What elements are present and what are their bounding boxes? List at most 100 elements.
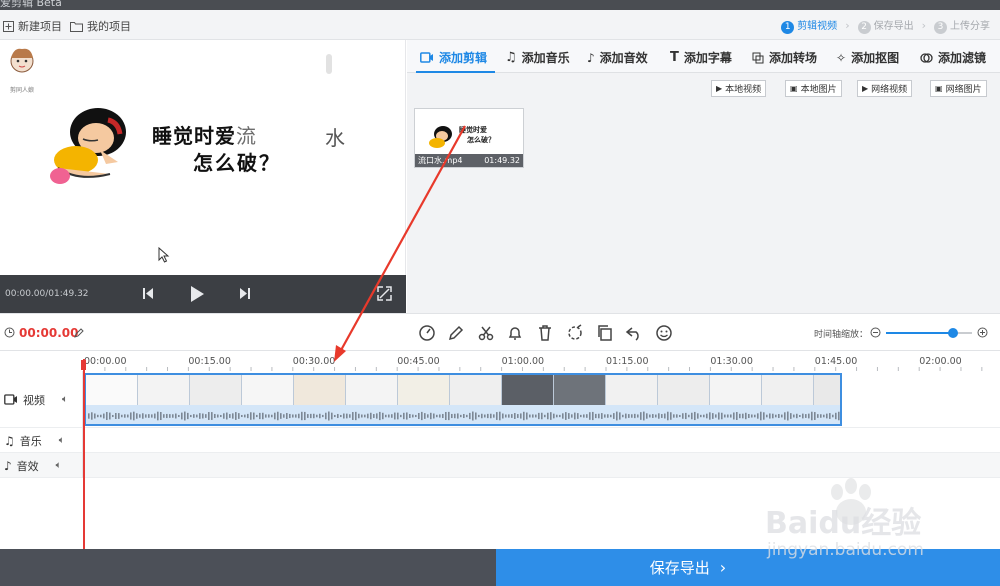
online-video-button[interactable]: ▶ 网络视频 xyxy=(857,80,913,97)
timeline-tick-label: 00:00.00 xyxy=(84,356,127,367)
track-label-music: ♫ 音乐 🔈︎ xyxy=(0,428,83,453)
bell-icon[interactable] xyxy=(506,324,524,342)
pencil-icon[interactable] xyxy=(447,324,465,342)
audio-waveform xyxy=(88,411,840,421)
local-image-button[interactable]: ▣ 本地图片 xyxy=(785,80,842,97)
timeline-tick-label: 00:30.00 xyxy=(292,356,336,367)
trash-icon[interactable] xyxy=(536,324,554,342)
tab-add-clip[interactable]: 添加剪辑 xyxy=(420,49,487,66)
music-note-icon: ♫ xyxy=(4,433,15,448)
timeline-tick-label: 01:00.00 xyxy=(501,356,545,367)
scissors-icon[interactable] xyxy=(477,324,495,342)
playhead[interactable] xyxy=(83,359,85,549)
chevron-right-icon: › xyxy=(719,558,727,577)
timeline-ruler[interactable]: 00:00.00 00:15.00 00:30.00 00:45.00 01:00.00… xyxy=(0,351,1000,371)
video-file-icon: ▶ xyxy=(862,84,869,93)
clip-duration: 01:49.32 xyxy=(484,156,520,165)
mouse-cursor-icon xyxy=(158,247,170,263)
clip-frame-thumbnail xyxy=(814,375,840,405)
timeline-tick-label: 02:00.00 xyxy=(919,356,962,367)
image-icon: ▣ xyxy=(935,84,943,93)
timeline-tick-label: 01:15.00 xyxy=(606,356,649,367)
timeline-tick-label: 01:45.00 xyxy=(814,356,858,367)
music-note-icon: ♫ xyxy=(505,50,517,65)
timeline-tick-label: 01:30.00 xyxy=(710,356,753,367)
tab-add-cutout[interactable]: ✧ 添加抠图 xyxy=(836,49,899,66)
play-icon[interactable] xyxy=(190,285,205,303)
clip-frame-thumbnail xyxy=(190,375,242,405)
new-project-button[interactable]: 新建项目 xyxy=(3,18,62,34)
online-image-button[interactable]: ▣ 网络图片 xyxy=(930,80,987,97)
video-clip-on-timeline[interactable] xyxy=(84,373,842,426)
video-camera-icon xyxy=(4,394,17,405)
chevron-right-icon: › xyxy=(921,19,926,32)
clip-frame-thumbnail xyxy=(242,375,294,405)
tab-add-subtitle[interactable]: T 添加字幕 xyxy=(670,49,732,66)
music-track-row[interactable] xyxy=(0,428,1000,453)
tab-add-filter[interactable]: 添加滤镜 xyxy=(920,49,986,66)
zoom-slider-track[interactable] xyxy=(886,328,972,338)
clip-thumbnail: 睡觉时爱 怎么破？ xyxy=(415,109,523,154)
copy-icon[interactable] xyxy=(596,324,614,342)
media-clip-card[interactable]: 睡觉时爱 怎么破？ 流口水.mp4 01:49.32 xyxy=(414,108,524,168)
player-controls: 00:00.00/01:49.32 xyxy=(0,275,406,313)
step-save-export[interactable]: 2 保存导出 xyxy=(857,17,914,34)
sparkle-icon: ✧ xyxy=(836,50,847,65)
step-upload-share[interactable]: 3 上传分享 xyxy=(934,17,990,34)
clip-frame-thumbnail xyxy=(346,375,398,405)
zoom-slider-thumb[interactable] xyxy=(948,328,959,338)
next-frame-icon[interactable] xyxy=(239,287,251,300)
clip-frame-thumbnail xyxy=(450,375,502,405)
timeline-tick-label: 00:45.00 xyxy=(397,356,440,367)
sound-effect-icon: ♪ xyxy=(4,458,12,473)
emoji-sticker-icon[interactable] xyxy=(655,324,673,342)
timeline-tick-label: 00:15.00 xyxy=(188,356,231,367)
logo-caption: 剪同人娘 xyxy=(9,87,34,94)
image-icon: ▣ xyxy=(790,84,798,93)
watermark-brand: Baidu经验 xyxy=(765,506,922,541)
playhead-handle[interactable] xyxy=(81,360,86,370)
pencil-small-icon[interactable] xyxy=(74,328,84,338)
zoom-slider-fill xyxy=(886,332,954,334)
export-label: 保存导出 xyxy=(649,559,710,577)
edit-toolbar: 00:00.00 时间轴缩放： xyxy=(0,313,1000,351)
volume-icon[interactable]: 🔈︎ xyxy=(59,435,65,446)
clock-icon xyxy=(4,327,15,338)
caption-line-2: 怎么破？ xyxy=(193,151,281,175)
fullscreen-icon[interactable] xyxy=(377,286,392,301)
preview-mark xyxy=(326,54,332,74)
chevron-right-icon: › xyxy=(845,19,850,32)
clip-frame-thumbnail xyxy=(762,375,814,405)
clip-frame-thumbnail xyxy=(138,375,190,405)
my-projects-button[interactable]: 我的项目 xyxy=(70,18,131,34)
video-preview[interactable]: 剪同人娘 睡觉时爱流 水 怎么破？ xyxy=(0,40,406,275)
app-title: 爱剪辑 Beta xyxy=(0,0,62,9)
text-icon: T xyxy=(670,50,679,65)
caption-line-1: 睡觉时爱流 xyxy=(152,124,257,148)
thumb-line-1: 睡觉时爱 xyxy=(459,126,487,134)
clip-filename: 流口水.mp4 xyxy=(418,156,463,165)
sound-effect-track-row[interactable] xyxy=(0,453,1000,478)
caption-line-1-right: 水 xyxy=(325,126,345,150)
watermark-url: jingyan.baidu.com xyxy=(767,540,924,560)
clip-frame-thumbnail xyxy=(294,375,346,405)
undo-icon[interactable] xyxy=(625,324,643,342)
volume-icon[interactable]: 🔈︎ xyxy=(56,460,62,471)
tab-add-sound-effect[interactable]: ♪ 添加音效 xyxy=(587,49,648,66)
magic-crop-icon[interactable] xyxy=(566,324,584,342)
volume-icon[interactable]: 🔈︎ xyxy=(62,394,68,405)
clip-frame-thumbnail xyxy=(502,375,554,405)
tab-add-transition[interactable]: 添加转场 xyxy=(752,49,817,66)
playback-time: 00:00.00/01:49.32 xyxy=(5,289,89,299)
tab-add-music[interactable]: ♫ 添加音乐 xyxy=(505,49,570,66)
zoom-out-icon[interactable] xyxy=(870,327,881,338)
local-video-button[interactable]: ▶ 本地视频 xyxy=(711,80,767,97)
previous-frame-icon[interactable] xyxy=(142,287,154,300)
cartoon-girl-image xyxy=(50,108,126,184)
step-edit-video[interactable]: 1 剪辑视频 xyxy=(781,17,837,34)
zoom-in-icon[interactable] xyxy=(977,327,988,338)
speed-dial-icon[interactable] xyxy=(418,324,436,342)
transition-icon xyxy=(752,52,764,63)
my-projects-label: 我的项目 xyxy=(87,20,131,33)
video-camera-icon xyxy=(420,52,433,63)
